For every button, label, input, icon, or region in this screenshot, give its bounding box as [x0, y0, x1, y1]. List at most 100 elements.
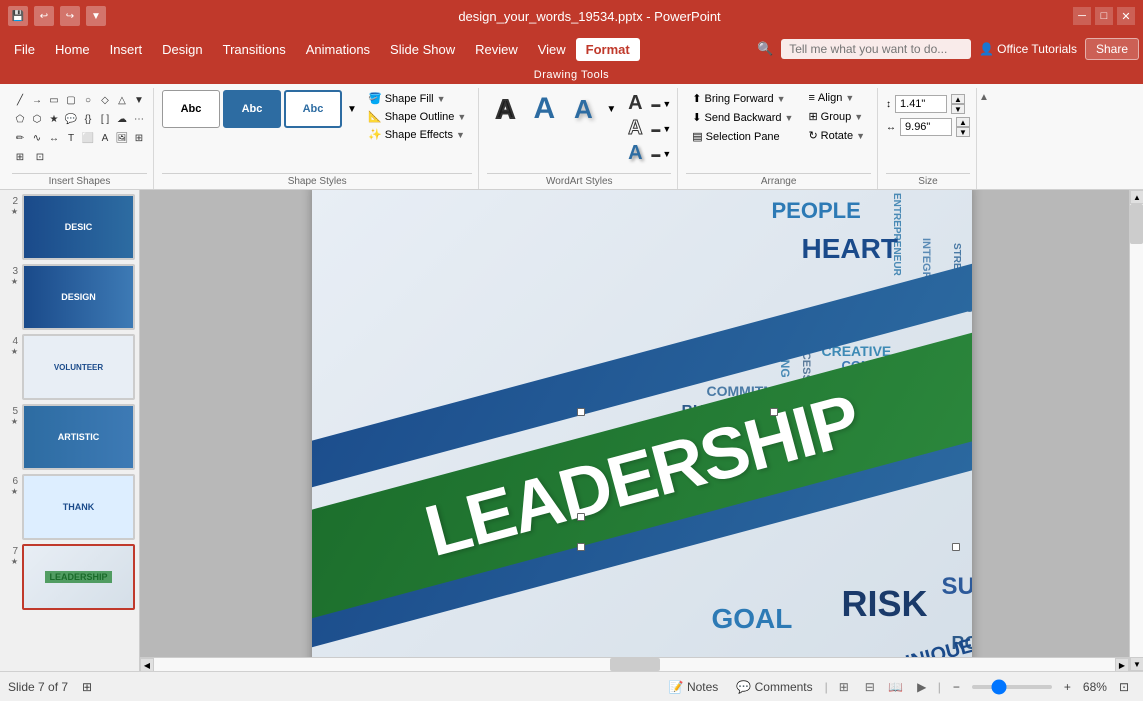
- arrow-tool[interactable]: →: [29, 92, 45, 108]
- callout-tool[interactable]: 💬: [63, 111, 79, 127]
- line-tool[interactable]: ╱: [12, 92, 28, 108]
- send-backward-button[interactable]: ⬇ Send Backward ▼: [686, 109, 799, 126]
- triangle-tool[interactable]: △: [114, 92, 130, 108]
- normal-view-button[interactable]: ⊞: [834, 677, 854, 697]
- wordart-tool[interactable]: A: [97, 130, 113, 146]
- rotate-button[interactable]: ↻ Rotate ▼: [802, 127, 871, 144]
- width-down[interactable]: ▼: [956, 127, 970, 137]
- rounded-rect-tool[interactable]: ▢: [63, 92, 79, 108]
- redo-icon[interactable]: ↪: [60, 6, 80, 26]
- ellipse-tool[interactable]: ○: [80, 92, 96, 108]
- slideshow-button[interactable]: ▶: [912, 677, 932, 697]
- menu-home[interactable]: Home: [45, 38, 100, 61]
- slide-thumb-2[interactable]: 2 ★ DESIC: [4, 194, 135, 260]
- wordart-style-1[interactable]: A: [487, 90, 523, 128]
- scroll-up-button[interactable]: ▲: [1130, 190, 1143, 204]
- pentagon-tool[interactable]: ⬠: [12, 111, 28, 127]
- slide-thumb-3[interactable]: 3 ★ DESIGN: [4, 264, 135, 330]
- slide-6-thumbnail[interactable]: THANK: [22, 474, 135, 540]
- placeholder-tool[interactable]: ⬜: [80, 130, 96, 146]
- scroll-right-button[interactable]: ▶: [1115, 658, 1129, 671]
- brace-tool[interactable]: [ ]: [97, 111, 113, 127]
- shape-outline-button[interactable]: 📐 Shape Outline ▼: [362, 108, 472, 125]
- pic-insert[interactable]: 🖼: [114, 130, 130, 146]
- vertical-scrollbar[interactable]: ▲ ▼: [1129, 190, 1143, 671]
- menu-review[interactable]: Review: [465, 38, 528, 61]
- menu-transitions[interactable]: Transitions: [213, 38, 296, 61]
- shapes-expand[interactable]: ⋯: [131, 111, 147, 127]
- more-shapes[interactable]: ▼: [131, 92, 147, 108]
- height-input[interactable]: [895, 95, 947, 113]
- text-fill-dropdown[interactable]: ▼: [662, 99, 671, 109]
- text-outline-dropdown[interactable]: ▼: [662, 124, 671, 134]
- save-icon[interactable]: 💾: [8, 6, 28, 26]
- customize-icon[interactable]: ▼: [86, 6, 106, 26]
- hexagon-tool[interactable]: ⬡: [29, 111, 45, 127]
- slide-thumb-7[interactable]: 7 ★ LEADERSHIP: [4, 544, 135, 610]
- shape-styles-more[interactable]: ▼: [345, 90, 359, 128]
- connector-tool[interactable]: ↔: [46, 130, 62, 146]
- undo-icon[interactable]: ↩: [34, 6, 54, 26]
- slide-3-thumbnail[interactable]: DESIGN: [22, 264, 135, 330]
- slide-7-thumbnail[interactable]: LEADERSHIP: [22, 544, 135, 610]
- slide-4-thumbnail[interactable]: VOLUNTEER: [22, 334, 135, 400]
- slide-thumb-4[interactable]: 4 ★ VOLUNTEER: [4, 334, 135, 400]
- width-up[interactable]: ▲: [956, 117, 970, 127]
- menu-file[interactable]: File: [4, 38, 45, 61]
- diamond-tool[interactable]: ◇: [97, 92, 113, 108]
- slide-2-thumbnail[interactable]: DESIC: [22, 194, 135, 260]
- height-up[interactable]: ▲: [951, 94, 965, 104]
- shape-style-3[interactable]: Abc: [284, 90, 342, 128]
- slide-thumb-5[interactable]: 5 ★ ARTISTIC: [4, 404, 135, 470]
- menu-format[interactable]: Format: [576, 38, 640, 61]
- align-button[interactable]: ≡ Align ▼: [802, 90, 871, 106]
- bracket-tool[interactable]: {}: [80, 111, 96, 127]
- cloud-tool[interactable]: ☁: [114, 111, 130, 127]
- rect-tool[interactable]: ▭: [46, 92, 62, 108]
- slide-sorter-button[interactable]: ⊟: [860, 677, 880, 697]
- h-scroll-thumb[interactable]: [610, 658, 660, 671]
- shape-effects-button[interactable]: ✨ Shape Effects ▼: [362, 126, 472, 143]
- scroll-down-button[interactable]: ▼: [1130, 657, 1143, 671]
- fit-window-button[interactable]: ⊡: [1113, 678, 1135, 696]
- wordart-style-2[interactable]: A: [526, 90, 562, 128]
- ribbon-expand-button[interactable]: ▲: [979, 92, 989, 103]
- freeform-tool[interactable]: ✏: [12, 130, 28, 146]
- shape-fill-button[interactable]: 🪣 Shape Fill ▼: [362, 90, 472, 107]
- reading-view-button[interactable]: 📖: [886, 677, 906, 697]
- search-input[interactable]: [781, 39, 971, 59]
- menu-design[interactable]: Design: [152, 38, 212, 61]
- arrange-all[interactable]: ⊞: [12, 149, 28, 165]
- menu-animations[interactable]: Animations: [296, 38, 380, 61]
- wordart-styles-more[interactable]: ▼: [604, 90, 618, 128]
- fit-slide-button[interactable]: ⊞: [76, 678, 98, 696]
- share-button[interactable]: Share: [1085, 38, 1139, 60]
- menu-slideshow[interactable]: Slide Show: [380, 38, 465, 61]
- zoom-in-button[interactable]: +: [1058, 678, 1077, 696]
- edit-shape[interactable]: ⊡: [32, 149, 48, 165]
- star-tool[interactable]: ★: [46, 111, 62, 127]
- slide-5-thumbnail[interactable]: ARTISTIC: [22, 404, 135, 470]
- textbox-tool[interactable]: T: [63, 130, 79, 146]
- horizontal-scrollbar[interactable]: ◀ ▶: [140, 657, 1129, 671]
- menu-insert[interactable]: Insert: [100, 38, 153, 61]
- menu-view[interactable]: View: [528, 38, 576, 61]
- slide-thumb-6[interactable]: 6 ★ THANK: [4, 474, 135, 540]
- office-tutorials-button[interactable]: 👤 Office Tutorials: [979, 42, 1077, 56]
- height-down[interactable]: ▼: [951, 104, 965, 114]
- text-effects-dropdown[interactable]: ▼: [662, 149, 671, 159]
- comments-button[interactable]: 💬 Comments: [730, 678, 818, 696]
- shapes-more[interactable]: ⊞: [131, 130, 147, 146]
- width-input[interactable]: [900, 118, 952, 136]
- shape-style-1[interactable]: Abc: [162, 90, 220, 128]
- group-button[interactable]: ⊞ Group ▼: [802, 108, 871, 125]
- maximize-button[interactable]: □: [1095, 7, 1113, 25]
- wordart-style-3[interactable]: A: [565, 90, 601, 128]
- curve-tool[interactable]: ∿: [29, 130, 45, 146]
- notes-button[interactable]: 📝 Notes: [663, 678, 725, 696]
- scroll-thumb[interactable]: [1130, 204, 1143, 244]
- shape-style-2[interactable]: Abc: [223, 90, 281, 128]
- zoom-out-button[interactable]: −: [947, 678, 966, 696]
- minimize-button[interactable]: ─: [1073, 7, 1091, 25]
- scroll-left-button[interactable]: ◀: [140, 658, 154, 671]
